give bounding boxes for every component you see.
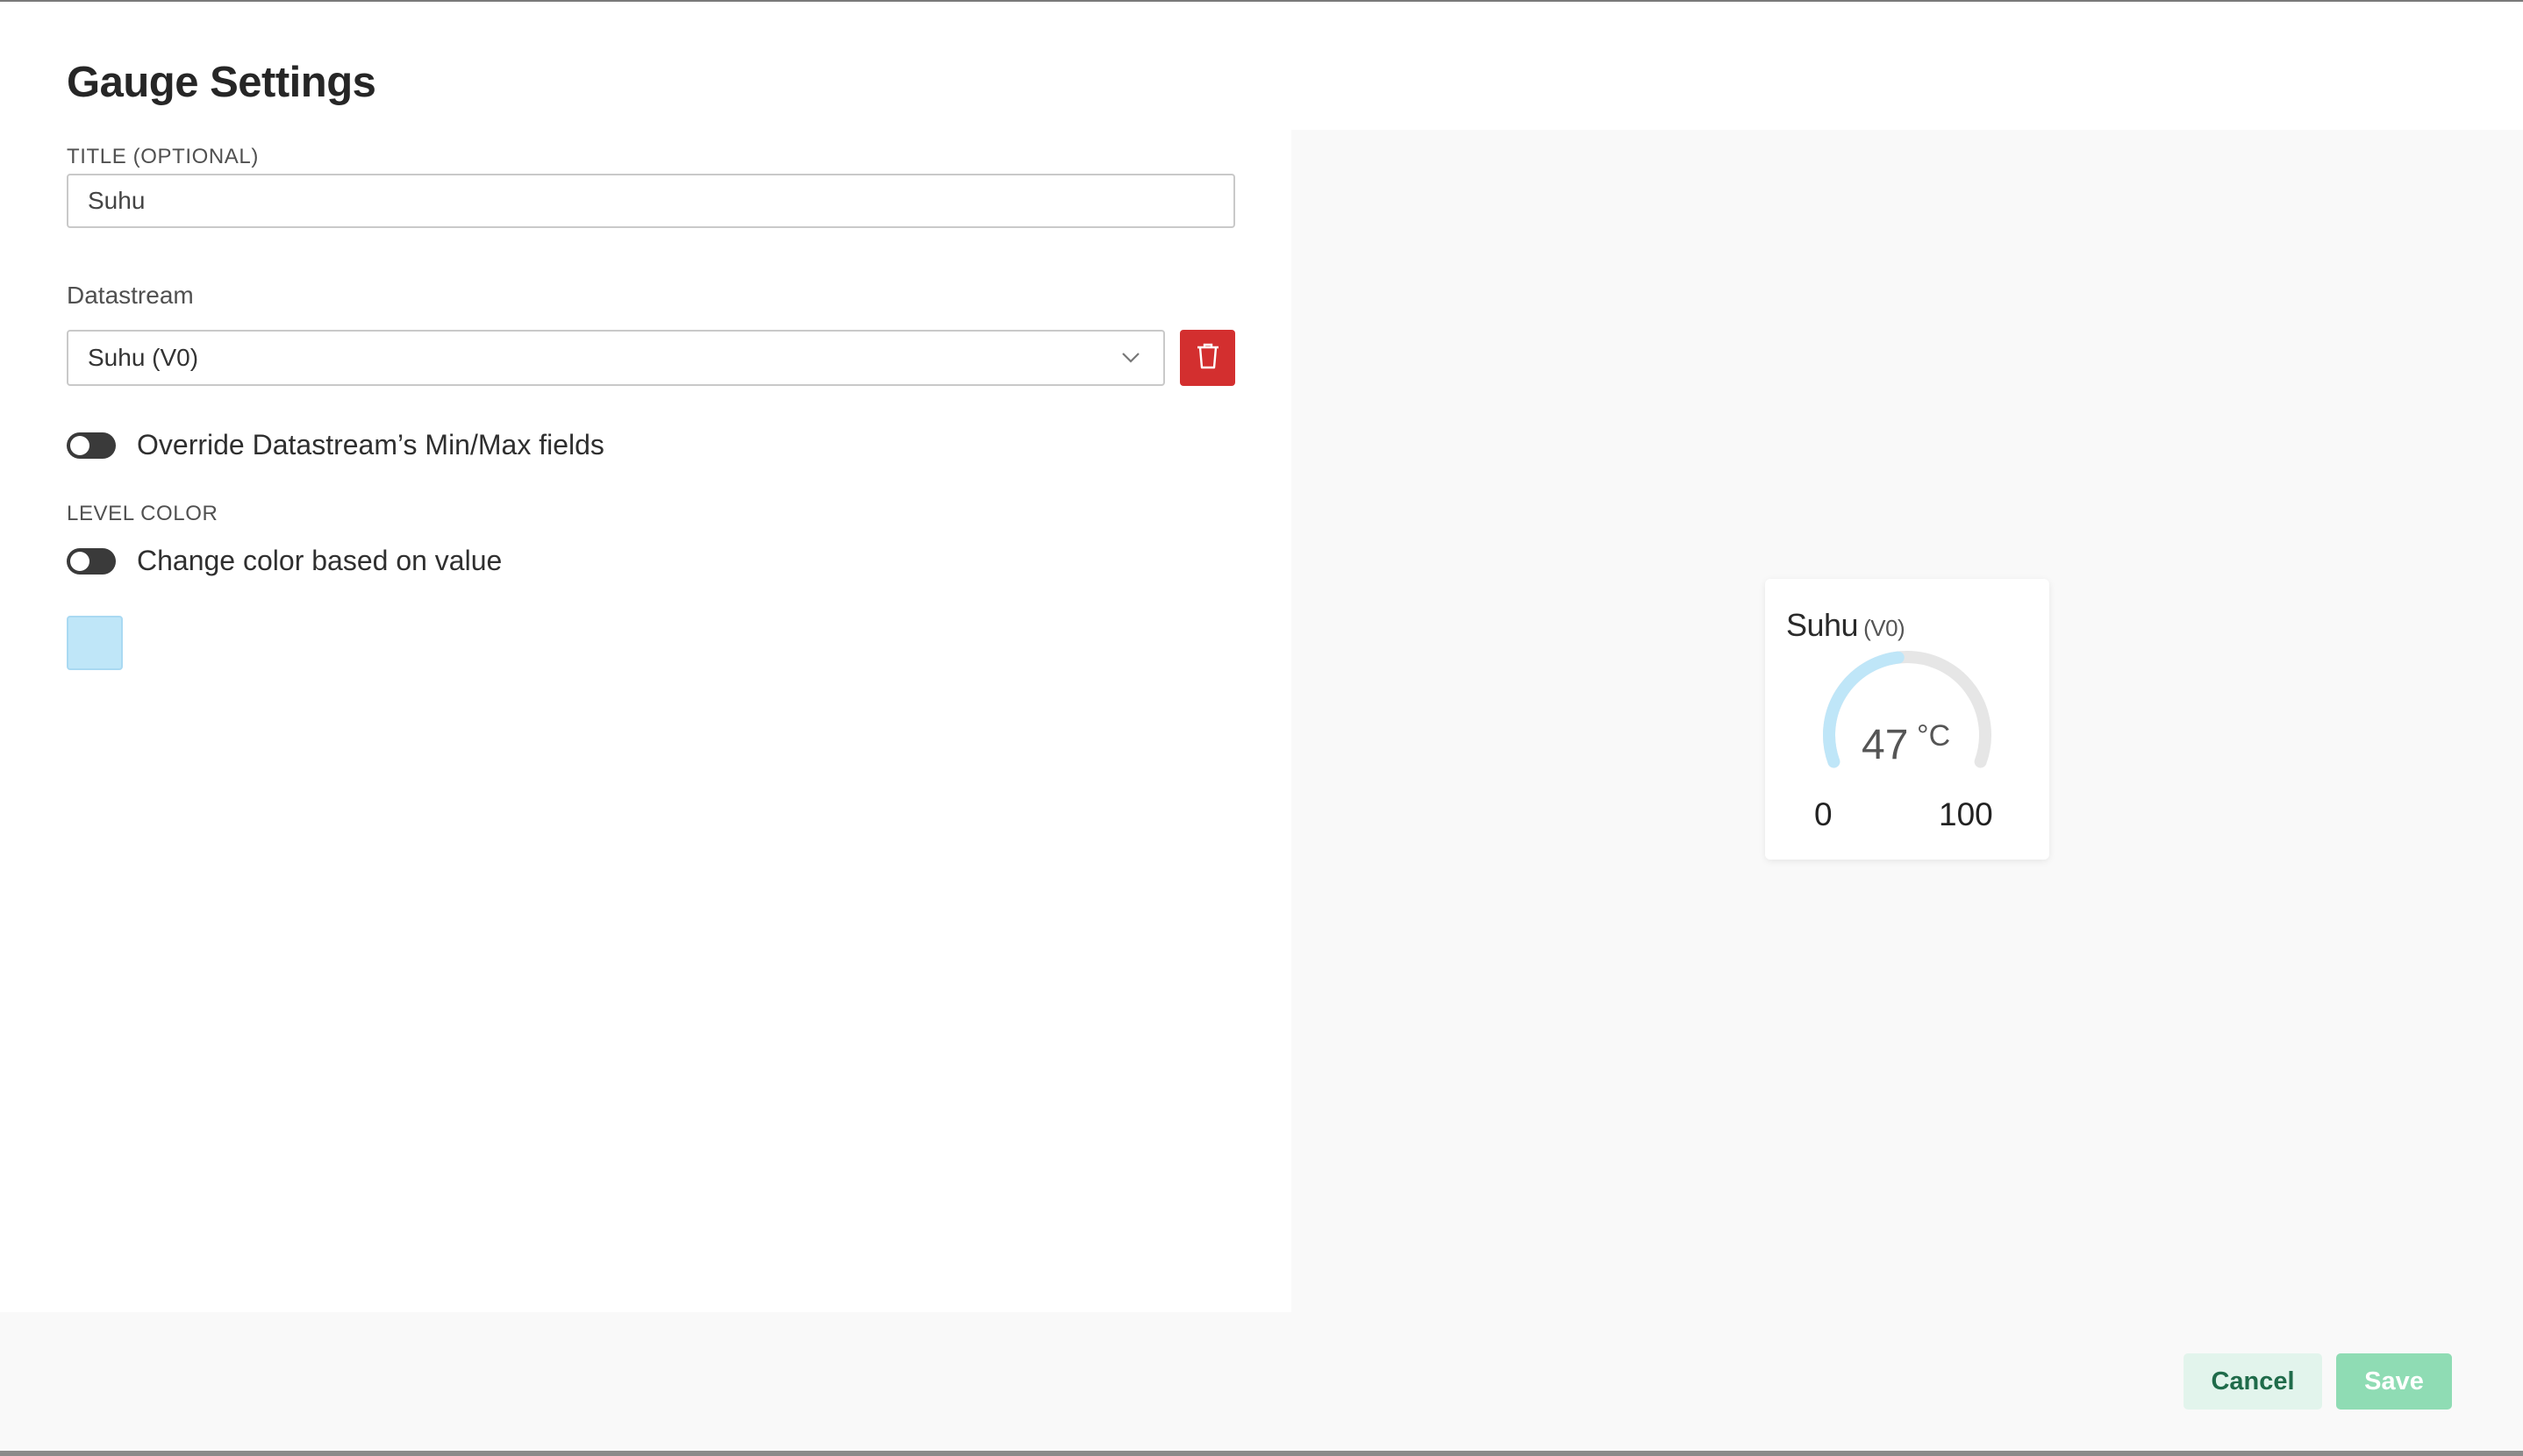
save-button[interactable]: Save bbox=[2336, 1353, 2452, 1410]
override-minmax-label: Override Datastream’s Min/Max fields bbox=[137, 429, 604, 460]
datastream-selected-value: Suhu (V0) bbox=[88, 344, 199, 371]
chevron-down-icon bbox=[1118, 345, 1144, 371]
gauge-value: 47 bbox=[1862, 722, 1909, 768]
cancel-button[interactable]: Cancel bbox=[2184, 1353, 2322, 1410]
datastream-label: Datastream bbox=[67, 282, 194, 309]
dialog-footer bbox=[0, 1312, 2523, 1451]
dialog-title: Gauge Settings bbox=[67, 59, 376, 106]
level-color-swatch[interactable] bbox=[67, 616, 123, 670]
override-minmax-row: Override Datastream’s Min/Max fields bbox=[67, 429, 604, 461]
window-bottom-border bbox=[0, 1451, 2523, 1456]
change-color-label: Change color based on value bbox=[137, 545, 503, 576]
title-field-label: TITLE (OPTIONAL) bbox=[67, 145, 259, 168]
delete-datastream-button[interactable] bbox=[1180, 330, 1235, 386]
gauge-max-label: 100 bbox=[1939, 796, 1993, 832]
datastream-select[interactable]: Suhu (V0) bbox=[67, 330, 1165, 386]
override-minmax-toggle[interactable] bbox=[67, 432, 116, 459]
title-input[interactable] bbox=[67, 174, 1235, 228]
gauge-svg bbox=[1823, 650, 1991, 768]
level-color-label: LEVEL COLOR bbox=[67, 502, 218, 525]
change-color-row: Change color based on value bbox=[67, 545, 502, 577]
change-color-toggle[interactable] bbox=[67, 547, 116, 575]
window-top-border bbox=[0, 0, 2523, 2]
gauge-widget-preview: Suhu (V0) 47 °C 0 100 bbox=[1765, 579, 2049, 860]
trash-icon bbox=[1195, 342, 1221, 375]
gauge-unit: °C bbox=[1917, 719, 1951, 753]
gauge-min-label: 0 bbox=[1814, 796, 1833, 832]
